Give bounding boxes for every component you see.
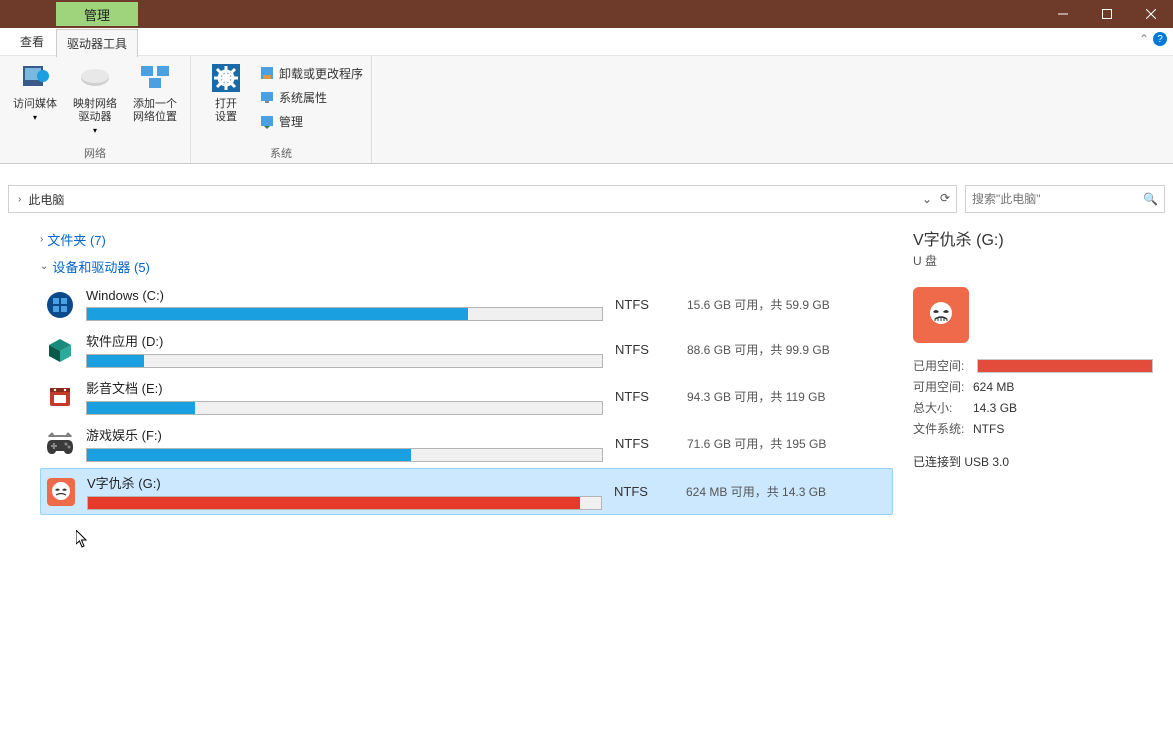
cube-icon <box>46 336 74 364</box>
mask-icon <box>925 299 957 331</box>
drive-item[interactable]: V字仇杀 (G:) NTFS 624 MB 可用，共 14.3 GB <box>40 468 893 515</box>
total-size-value: 14.3 GB <box>973 401 1017 415</box>
drive-item[interactable]: 软件应用 (D:) NTFS 88.6 GB 可用，共 99.9 GB <box>40 327 893 372</box>
cursor-icon <box>76 530 92 550</box>
filesystem-label: 文件系统: <box>913 420 973 437</box>
folders-section[interactable]: › 文件夹 (7) <box>40 230 893 249</box>
drive-name: 游戏娱乐 (F:) <box>86 425 603 444</box>
computer-icon <box>17 60 53 96</box>
drive-filesystem: NTFS <box>615 389 675 404</box>
drive-usage-bar <box>86 401 603 415</box>
drive-stats: 624 MB 可用，共 14.3 GB <box>686 483 886 500</box>
add-location-button[interactable]: 添加一个 网络位置 <box>128 60 182 124</box>
access-media-button[interactable]: 访问媒体 <box>8 60 62 122</box>
media-icon <box>46 383 74 411</box>
drive-item[interactable]: 影音文档 (E:) NTFS 94.3 GB 可用，共 119 GB <box>40 374 893 419</box>
drive-stats: 88.6 GB 可用，共 99.9 GB <box>687 341 887 358</box>
breadcrumb[interactable]: › 此电脑 ⌄ ⟳ <box>8 185 957 213</box>
drive-name: Windows (C:) <box>86 288 603 303</box>
view-menu[interactable]: 查看 <box>8 28 56 56</box>
collapse-ribbon-icon[interactable]: ⌃ <box>1139 32 1149 46</box>
drive-name: 软件应用 (D:) <box>86 331 603 350</box>
drive-item[interactable]: 游戏娱乐 (F:) NTFS 71.6 GB 可用，共 195 GB <box>40 421 893 466</box>
group-label-network: 网络 <box>8 143 182 161</box>
details-title: V字仇杀 (G:) <box>913 226 1153 250</box>
drive-thumbnail <box>913 287 969 343</box>
uninstall-icon <box>259 65 275 81</box>
drive-filesystem: NTFS <box>615 297 675 312</box>
devices-section[interactable]: ⌄ 设备和驱动器 (5) <box>40 257 893 276</box>
map-drive-button[interactable]: 映射网络 驱动器 <box>68 60 122 135</box>
drive-usage-bar <box>86 354 603 368</box>
titlebar: 管理 <box>0 0 1173 28</box>
connection-status: 已连接到 USB 3.0 <box>913 453 1009 470</box>
chevron-right-icon: › <box>40 234 43 245</box>
close-button[interactable] <box>1129 0 1173 28</box>
avail-space-label: 可用空间: <box>913 378 973 395</box>
search-box[interactable]: 🔍 <box>965 185 1165 213</box>
details-subtitle: U 盘 <box>913 252 1153 269</box>
chevron-right-icon: › <box>15 194 24 205</box>
drive-list: › 文件夹 (7) ⌄ 设备和驱动器 (5) Windows (C:) NTFS 1… <box>40 224 893 517</box>
used-space-label: 已用空间: <box>913 357 973 374</box>
computer-icon <box>259 89 275 105</box>
windows-icon <box>46 291 74 319</box>
total-size-label: 总大小: <box>913 399 973 416</box>
window-controls <box>1041 0 1173 28</box>
search-input[interactable] <box>972 192 1158 206</box>
chevron-down-icon <box>33 113 37 122</box>
drive-tools-tab[interactable]: 驱动器工具 <box>56 29 138 57</box>
mask-icon <box>47 478 75 506</box>
nav-pane <box>0 216 30 517</box>
ribbon: 访问媒体 映射网络 驱动器 添加一个 网络位置 网络 <box>0 56 1173 164</box>
open-settings-button[interactable]: 打开 设置 <box>199 60 253 124</box>
manage-icon <box>259 113 275 129</box>
drive-stats: 94.3 GB 可用，共 119 GB <box>687 388 887 405</box>
drive-usage-bar <box>87 496 602 510</box>
drive-icon <box>77 60 113 96</box>
drive-filesystem: NTFS <box>615 342 675 357</box>
address-row: › 此电脑 ⌄ ⟳ 🔍 <box>0 182 1173 216</box>
used-space-bar <box>977 359 1153 373</box>
gear-icon <box>208 60 244 96</box>
drive-filesystem: NTFS <box>614 484 674 499</box>
drive-usage-bar <box>86 448 603 462</box>
breadcrumb-this-pc[interactable]: 此电脑 <box>28 191 64 208</box>
refresh-icon[interactable]: ⟳ <box>940 191 950 205</box>
group-label-system: 系统 <box>199 143 363 161</box>
system-properties-button[interactable]: 系统属性 <box>259 86 363 108</box>
maximize-button[interactable] <box>1085 0 1129 28</box>
drive-stats: 71.6 GB 可用，共 195 GB <box>687 435 887 452</box>
menubar: 查看 驱动器工具 ⌃ ? <box>0 28 1173 56</box>
help-icon[interactable]: ? <box>1153 32 1167 46</box>
uninstall-button[interactable]: 卸载或更改程序 <box>259 62 363 84</box>
drive-filesystem: NTFS <box>615 436 675 451</box>
minimize-button[interactable] <box>1041 0 1085 28</box>
details-pane: V字仇杀 (G:) U 盘 已用空间: 可用空间: 624 MB 总大小: 14… <box>913 224 1153 517</box>
manage-button[interactable]: 管理 <box>259 110 363 132</box>
drive-item[interactable]: Windows (C:) NTFS 15.6 GB 可用，共 59.9 GB <box>40 284 893 325</box>
gamepad-icon <box>46 430 74 458</box>
chevron-down-icon: ⌄ <box>40 261 48 272</box>
drive-name: V字仇杀 (G:) <box>87 473 602 492</box>
chevron-down-icon[interactable]: ⌄ <box>922 192 932 206</box>
avail-space-value: 624 MB <box>973 380 1014 394</box>
drive-usage-bar <box>86 307 603 321</box>
filesystem-value: NTFS <box>973 422 1004 436</box>
drive-stats: 15.6 GB 可用，共 59.9 GB <box>687 296 887 313</box>
network-location-icon <box>137 60 173 96</box>
chevron-down-icon <box>93 126 97 135</box>
manage-tab[interactable]: 管理 <box>56 2 138 26</box>
drive-name: 影音文档 (E:) <box>86 378 603 397</box>
search-icon[interactable]: 🔍 <box>1143 192 1158 206</box>
